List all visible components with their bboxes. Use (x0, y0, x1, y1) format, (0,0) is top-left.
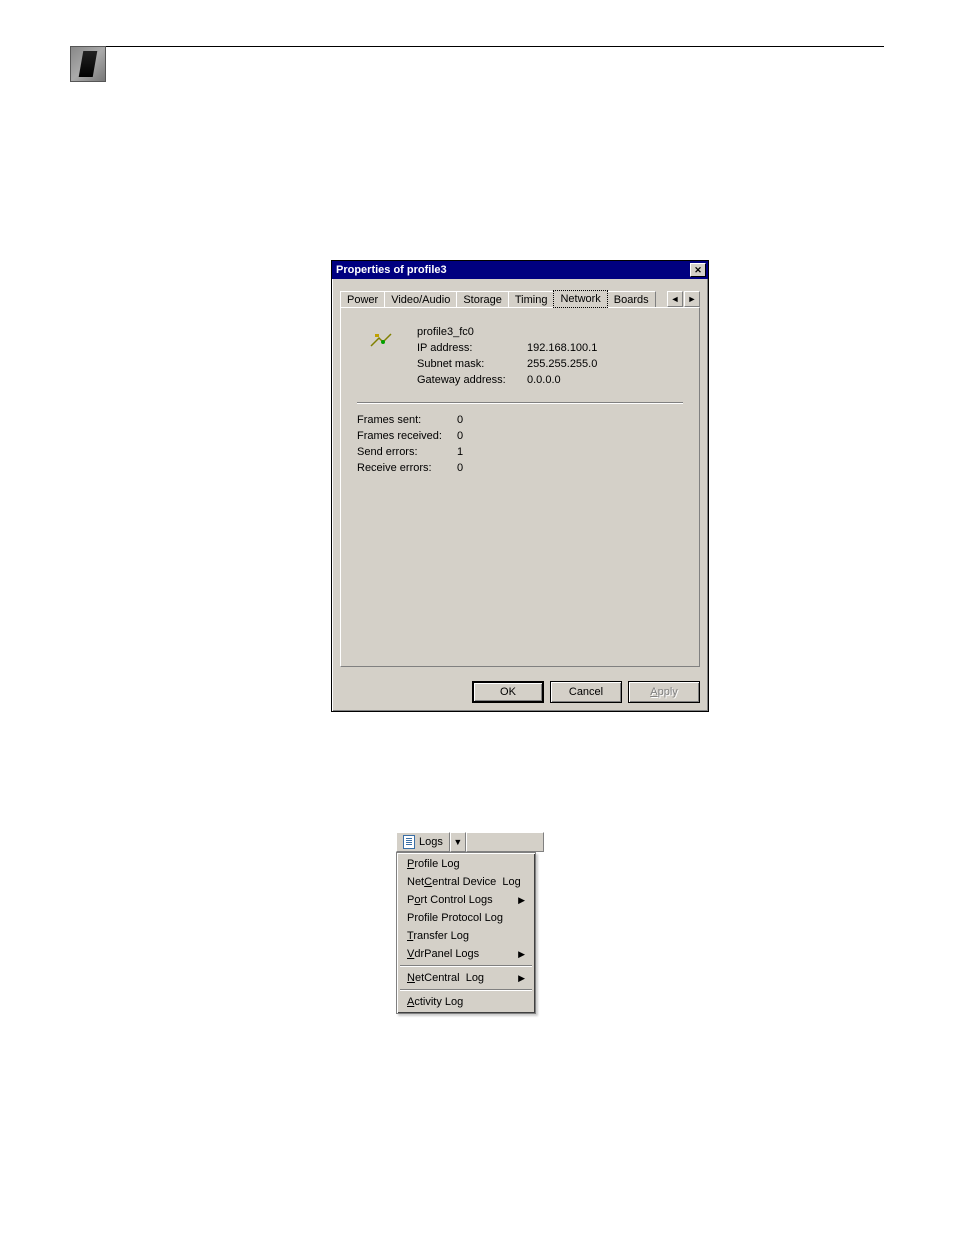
tab-network[interactable]: Network (553, 290, 607, 308)
dialog-button-row: OK Cancel Apply (332, 675, 708, 711)
subnet-mask-value: 255.255.255.0 (527, 358, 597, 370)
menu-item-activity-log[interactable]: Activity Log (399, 993, 533, 1011)
submenu-arrow-icon: ▶ (518, 973, 525, 984)
ip-address-value: 192.168.100.1 (527, 342, 597, 354)
frames-received-label: Frames received: (357, 430, 457, 442)
close-icon[interactable]: ✕ (690, 263, 706, 277)
menu-item-transfer-log[interactable]: Transfer Log (399, 927, 533, 945)
frames-received-value: 0 (457, 430, 487, 442)
tab-strip: Power Video/Audio Storage Timing Network… (340, 287, 700, 307)
menu-item-port-control-logs[interactable]: Port Control Logs▶ (399, 891, 533, 909)
page-header-rule (70, 46, 884, 47)
properties-dialog: Properties of profile3 ✕ Power Video/Aud… (331, 260, 709, 712)
logs-dropdown: Profile Log NetCentral Device Log Port C… (396, 852, 536, 1014)
network-adapter-icon (369, 330, 393, 350)
send-errors-label: Send errors: (357, 446, 457, 458)
menu-item-profile-log[interactable]: Profile Log (399, 855, 533, 873)
tab-power[interactable]: Power (340, 291, 385, 308)
menu-item-netcentral-device-log[interactable]: NetCentral Device Log (399, 873, 533, 891)
tab-scroll-right-icon[interactable]: ► (684, 291, 700, 307)
receive-errors-value: 0 (457, 462, 487, 474)
menu-item-netcentral-log[interactable]: NetCentral Log▶ (399, 969, 533, 987)
tab-scroll: ◄ ► (666, 291, 700, 307)
chevron-down-icon[interactable]: ▼ (450, 832, 466, 852)
menu-item-profile-protocol-log[interactable]: Profile Protocol Log (399, 909, 533, 927)
frames-sent-label: Frames sent: (357, 414, 457, 426)
menu-separator (400, 965, 532, 967)
network-name: profile3_fc0 (417, 326, 474, 338)
menu-separator (400, 989, 532, 991)
dialog-titlebar[interactable]: Properties of profile3 ✕ (332, 261, 708, 279)
tab-content-network: profile3_fc0 IP address: 192.168.100.1 S… (340, 307, 700, 667)
receive-errors-label: Receive errors: (357, 462, 457, 474)
apply-button: Apply (628, 681, 700, 703)
tab-storage[interactable]: Storage (456, 291, 509, 308)
submenu-arrow-icon: ▶ (518, 895, 525, 906)
menu-item-vdrpanel-logs[interactable]: VdrPanel Logs▶ (399, 945, 533, 963)
logs-button-label: Logs (419, 836, 443, 848)
ok-button[interactable]: OK (472, 681, 544, 703)
dialog-title: Properties of profile3 (336, 264, 447, 276)
gateway-address-value: 0.0.0.0 (527, 374, 561, 386)
divider (357, 402, 683, 404)
submenu-arrow-icon: ▶ (518, 949, 525, 960)
frames-sent-value: 0 (457, 414, 487, 426)
toolbar-filler (466, 832, 544, 852)
send-errors-value: 1 (457, 446, 487, 458)
document-icon (403, 835, 415, 849)
ip-address-label: IP address: (417, 342, 527, 354)
cancel-button[interactable]: Cancel (550, 681, 622, 703)
logs-menu-container: Logs ▼ Profile Log NetCentral Device Log… (396, 832, 544, 1014)
tab-timing[interactable]: Timing (508, 291, 555, 308)
subnet-mask-label: Subnet mask: (417, 358, 527, 370)
gateway-address-label: Gateway address: (417, 374, 527, 386)
network-details: profile3_fc0 IP address: 192.168.100.1 S… (417, 326, 597, 390)
logs-button[interactable]: Logs (396, 832, 450, 852)
tab-boards[interactable]: Boards (607, 291, 656, 308)
dialog-body: Power Video/Audio Storage Timing Network… (332, 279, 708, 675)
tab-scroll-left-icon[interactable]: ◄ (667, 291, 683, 307)
page-logo-icon (70, 46, 106, 82)
tab-video-audio[interactable]: Video/Audio (384, 291, 457, 308)
